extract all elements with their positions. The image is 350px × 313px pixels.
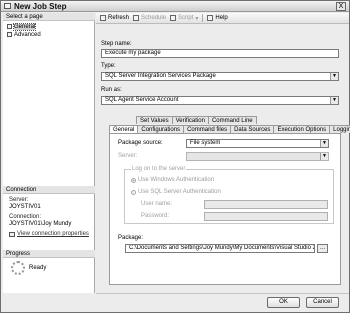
schedule-button[interactable]: Schedule — [133, 15, 166, 21]
type-select-value: SQL Server Integration Services Package — [105, 73, 216, 79]
window-icon — [4, 3, 11, 9]
progress-header: Progress — [3, 250, 95, 258]
tab-execution-options[interactable]: Execution Options — [273, 125, 331, 133]
window-title: New Job Step — [14, 2, 67, 11]
step-name-input[interactable]: Execute my package — [101, 49, 339, 58]
chevron-down-icon: ▾ — [195, 15, 199, 22]
server-value: JOYSTIV01 — [9, 204, 41, 210]
chevron-down-icon: ▼ — [330, 97, 338, 104]
windows-auth-label: Use Windows Authentication — [138, 177, 215, 183]
tab-verification[interactable]: Verification — [171, 116, 209, 124]
run-as-label: Run as: — [101, 87, 122, 93]
radio-selected-icon — [131, 177, 136, 183]
package-source-select[interactable]: File system ▼ — [186, 139, 329, 148]
tab-configurations[interactable]: Configurations — [137, 125, 185, 133]
package-source-label: Package source: — [118, 140, 163, 146]
tab-row-top: Set Values Verification Command Line — [136, 116, 257, 124]
type-label: Type: — [101, 63, 116, 69]
package-label: Package: — [118, 235, 144, 241]
script-icon — [170, 15, 177, 21]
tab-set-values[interactable]: Set Values — [136, 116, 173, 124]
cancel-button[interactable]: Cancel — [306, 297, 339, 308]
refresh-icon — [100, 15, 106, 21]
footer-divider — [96, 293, 349, 294]
new-job-step-dialog: New Job Step X Select a page General Adv… — [0, 0, 350, 313]
windows-auth-radio[interactable]: Use Windows Authentication — [131, 177, 214, 183]
ok-button[interactable]: OK — [267, 297, 300, 308]
schedule-icon — [133, 15, 140, 21]
page-label-advanced: Advanced — [14, 31, 41, 38]
package-path-input[interactable]: C:\Documents and Settings\Joy Mundy\My D… — [125, 244, 315, 253]
chevron-down-icon: ▼ — [320, 140, 328, 147]
page-item-advanced[interactable]: Advanced — [7, 31, 41, 38]
tab-row-bottom: General Configurations Command files Dat… — [109, 125, 350, 134]
connection-label: Connection: — [9, 214, 42, 220]
view-connection-properties-label: View connection properties — [17, 231, 89, 237]
page-icon — [7, 24, 12, 29]
close-button[interactable]: X — [336, 2, 346, 11]
tab-command-line[interactable]: Command Line — [207, 116, 257, 124]
help-icon — [207, 15, 214, 21]
title-bar: New Job Step X — [1, 1, 349, 12]
sql-auth-label: Use SQL Server Authentication — [138, 189, 221, 195]
progress-status: Ready — [29, 265, 47, 271]
properties-icon — [9, 231, 15, 237]
radio-unselected-icon — [131, 189, 136, 195]
chevron-down-icon: ▼ — [320, 153, 328, 160]
refresh-label: Refresh — [108, 15, 130, 21]
run-as-select-value: SQL Agent Service Account — [105, 97, 179, 103]
refresh-button[interactable]: Refresh — [100, 15, 129, 21]
select-page-header: Select a page — [3, 13, 95, 21]
toolbar: Refresh Schedule Script ▾ Help — [96, 13, 349, 24]
server-select[interactable]: ▼ — [186, 152, 329, 161]
page-label-general: General — [12, 22, 37, 31]
server-field-label: Server: — [118, 153, 138, 159]
browse-package-button[interactable]: ... — [317, 244, 328, 253]
page-icon — [7, 32, 12, 37]
user-name-label: User name: — [141, 201, 173, 207]
connection-header: Connection — [3, 186, 95, 194]
user-name-input[interactable] — [204, 200, 328, 209]
connection-value: JOYSTIV01\Joy Mundy — [9, 221, 72, 227]
sql-auth-radio[interactable]: Use SQL Server Authentication — [131, 189, 221, 195]
logon-label: Log on to the server — [131, 166, 187, 172]
view-connection-properties-link[interactable]: View connection properties — [9, 231, 89, 237]
tab-command-files[interactable]: Command files — [183, 125, 232, 133]
package-source-value: File system — [190, 140, 221, 146]
server-label: Server: — [9, 197, 29, 203]
help-button[interactable]: Help — [207, 15, 228, 21]
tab-data-sources[interactable]: Data Sources — [230, 125, 275, 133]
type-select[interactable]: SQL Server Integration Services Package … — [101, 72, 339, 81]
page-item-general[interactable]: General — [7, 22, 37, 31]
run-as-select[interactable]: SQL Agent Service Account ▼ — [101, 96, 339, 105]
step-name-label: Step name: — [101, 41, 132, 47]
tab-logging[interactable]: Logging — [329, 125, 350, 133]
password-input[interactable] — [204, 212, 328, 221]
help-label: Help — [215, 15, 228, 21]
left-pane: Select a page General Advanced Connectio… — [3, 13, 95, 293]
progress-spinner-icon — [11, 261, 25, 275]
schedule-label: Schedule — [141, 15, 167, 21]
toolbar-separator — [202, 14, 204, 22]
script-button[interactable]: Script ▾ — [170, 15, 198, 22]
password-label: Password: — [141, 213, 170, 219]
chevron-down-icon: ▼ — [330, 73, 338, 80]
script-label: Script — [178, 15, 194, 21]
